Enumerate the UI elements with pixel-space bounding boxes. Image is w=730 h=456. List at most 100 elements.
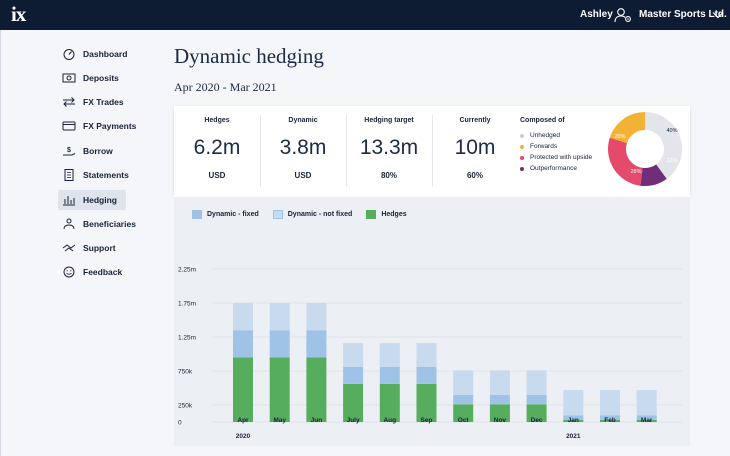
stat-currently: Currently 10m 60% [432, 106, 518, 197]
x-tick-label: May [273, 417, 286, 424]
legend-item-protected: Protected with upside [520, 154, 592, 161]
people-icon [63, 218, 75, 230]
user-name[interactable]: Ashley [580, 9, 613, 20]
stat-unit: 80% [380, 171, 397, 180]
sidebar-item-feedback[interactable]: Feedback [58, 262, 126, 282]
sidebar-item-beneficiaries[interactable]: Beneficiaries [58, 214, 136, 234]
hand-dollar-icon: $ [63, 147, 76, 156]
sidebar-item-fx-payments[interactable]: FX Payments [58, 116, 136, 136]
bar-dynamic-fixed [489, 394, 510, 405]
x-tick-label: Mar [641, 417, 653, 424]
y-tick-label: 250k [178, 403, 193, 410]
x-year-label: 2021 [566, 433, 581, 440]
bar-dynamic-fixed [343, 366, 364, 384]
sidebar-item-hedging[interactable]: Hedging [58, 190, 126, 210]
sidebar-item-label: Feedback [83, 267, 123, 277]
page-period: Apr 2020 - Mar 2021 [174, 80, 277, 94]
bar-dynamic-fixed [453, 394, 474, 405]
bar-dynamic-not-fixed [233, 303, 253, 331]
sidebar-item-statements[interactable]: Statements [58, 165, 129, 185]
x-tick-label: Oct [458, 417, 470, 424]
x-tick-label: Dec [531, 417, 543, 424]
bar-hedges [269, 357, 290, 422]
x-tick-label: Nov [494, 417, 507, 424]
sidebar-item-label: Dashboard [83, 49, 128, 59]
x-tick-label: Apr [237, 417, 249, 424]
bar-dynamic-not-fixed [379, 343, 400, 367]
donut-slice-label: 40% [666, 128, 677, 134]
stat-label: Hedging target [364, 117, 414, 124]
stat-value: 10m [454, 136, 496, 159]
y-tick-label: 0 [178, 420, 182, 427]
x-tick-label: Jan [568, 417, 579, 424]
exchange-arrows-icon [63, 97, 75, 107]
x-tick-label: Sep [421, 417, 433, 424]
sidebar-item-label: Hedging [83, 195, 117, 205]
sidebar-item-label: Borrow [83, 146, 113, 156]
donut-slice-label: 12% [666, 158, 677, 164]
donut-slice-protected-with-upside [608, 137, 643, 186]
user-settings-icon[interactable] [614, 7, 632, 23]
card-icon [62, 121, 76, 131]
smiley-icon [63, 266, 75, 278]
x-tick-label: July [347, 417, 360, 424]
bar-dynamic-not-fixed [636, 390, 657, 416]
stat-value: 13.3m [359, 136, 419, 159]
x-tick-label: Feb [604, 417, 616, 424]
x-tick-label: Aug [383, 417, 396, 424]
gauge-icon [63, 49, 75, 60]
sidebar-item-deposits[interactable]: Deposits [58, 68, 126, 88]
legend-dot [520, 155, 524, 160]
sidebar-item-label: Beneficiaries [83, 219, 136, 229]
bar-dynamic-not-fixed [526, 370, 547, 395]
sidebar-item-borrow[interactable]: $ Borrow [58, 141, 126, 161]
main-frame: Dashboard Deposits FX Trades FX Payments… [0, 30, 730, 456]
y-tick-label: 1.25m [178, 335, 196, 342]
donut-slice-label: 20% [614, 134, 625, 140]
stat-label: Currently [459, 117, 491, 124]
legend-label: Forwards [530, 143, 558, 150]
stat-label: Hedges [204, 117, 230, 124]
hedging-summary-card: Hedges 6.2m USD Dynamic 3.8m USD Hedging… [174, 106, 690, 197]
sidebar-item-label: Statements [83, 170, 129, 180]
legend-dot [520, 144, 524, 149]
y-tick-label: 1.75m [178, 301, 196, 308]
bar-dynamic-fixed [526, 394, 547, 405]
banknote-icon [62, 73, 76, 83]
stat-value: 6.2m [193, 136, 241, 159]
page-title: Dynamic hedging [174, 44, 324, 68]
sidebar-item-support[interactable]: Support [58, 238, 126, 258]
bar-dynamic-fixed [306, 330, 327, 358]
bar-dynamic-fixed [379, 366, 400, 384]
stat-unit: USD [208, 171, 226, 180]
logo[interactable]: ix [11, 2, 26, 27]
handshake-icon [62, 244, 76, 252]
sidebar-item-label: FX Payments [83, 121, 137, 131]
bar-hedges [233, 357, 253, 422]
bar-dynamic-not-fixed [416, 343, 437, 367]
top-bar: ix Ashley Master Sports Ltd. [0, 0, 730, 30]
bar-dynamic-not-fixed [563, 390, 584, 416]
document-icon [64, 169, 74, 181]
bar-dynamic-not-fixed [489, 370, 510, 395]
chevron-down-icon[interactable] [712, 9, 724, 21]
stat-unit: USD [294, 171, 312, 180]
composition-title: Composed of [520, 117, 565, 124]
donut-slice-label: 28% [630, 169, 641, 175]
sidebar-item-fx-trades[interactable]: FX Trades [58, 92, 126, 112]
svg-text:$: $ [67, 147, 71, 154]
bar-chart-plot: 2.25m 1.75m 1.25m 750k 250k 0 Apr 2020 May Jun Jul… [178, 267, 682, 440]
y-tick-label: 2.25m [178, 267, 196, 274]
legend-dot [520, 133, 524, 138]
legend-label: Unhedged [530, 132, 560, 139]
x-year-label: 2020 [236, 433, 251, 440]
x-tick-label: Jun [311, 417, 323, 424]
y-tick-label: 750k [178, 369, 193, 376]
stat-value: 3.8m [279, 136, 327, 159]
sidebar-item-label: Support [83, 243, 116, 253]
legend-label: Outperformance [530, 165, 577, 172]
sidebar-item-label: FX Trades [83, 97, 124, 107]
sidebar-item-dashboard[interactable]: Dashboard [58, 44, 128, 64]
bar-chart-icon [63, 196, 75, 206]
legend-label: Protected with upside [530, 154, 593, 161]
